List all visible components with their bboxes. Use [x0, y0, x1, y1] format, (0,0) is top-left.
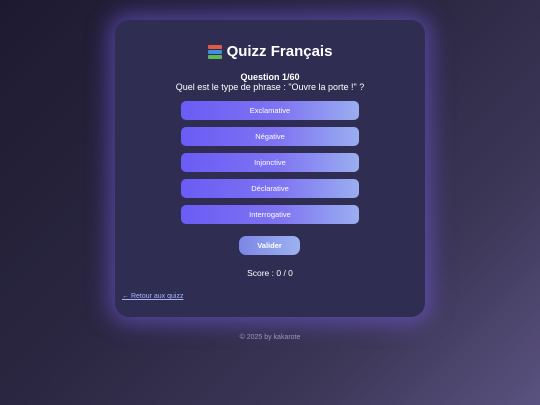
score-display: Score : 0 / 0: [115, 268, 425, 278]
quiz-title: Quizz Français: [227, 43, 333, 60]
option-injonctive[interactable]: Injonctive: [181, 153, 359, 172]
quiz-header: Quizz Français: [115, 43, 425, 60]
option-declarative[interactable]: Déclarative: [181, 179, 359, 198]
option-interrogative[interactable]: Interrogative: [181, 205, 359, 224]
question-number: Question 1/60: [115, 72, 425, 82]
validate-button[interactable]: Valider: [239, 236, 300, 255]
back-to-quizzes-link[interactable]: ← Retour aux quizz: [122, 293, 183, 300]
option-negative[interactable]: Négative: [181, 127, 359, 146]
question-text: Quel est le type de phrase : "Ouvre la p…: [115, 82, 425, 92]
option-exclamative[interactable]: Exclamative: [181, 101, 359, 120]
footer-copyright: © 2025 by kakarote: [0, 334, 540, 341]
quiz-card: Quizz Français Question 1/60 Quel est le…: [115, 20, 425, 317]
books-icon: [208, 45, 222, 59]
answer-options: Exclamative Négative Injonctive Déclarat…: [181, 101, 359, 231]
